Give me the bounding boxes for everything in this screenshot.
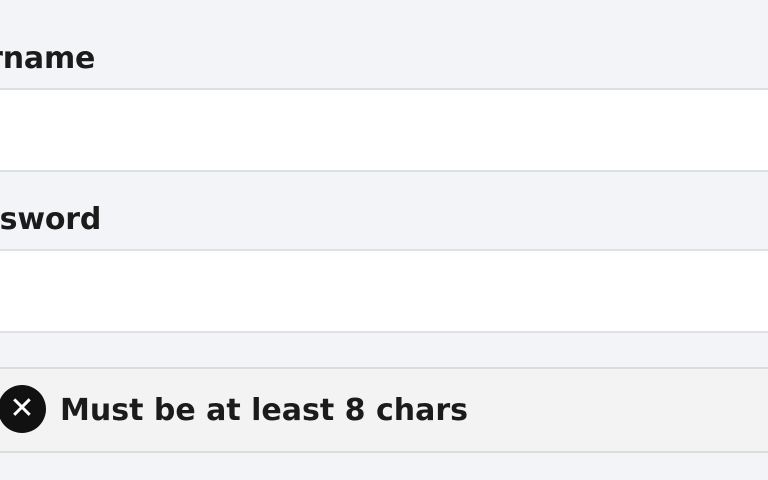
username-input[interactable]	[0, 88, 768, 172]
close-circle-icon: ✕	[0, 385, 46, 433]
login-form: ername ssword ✕ Must be at least 8 chars	[0, 0, 768, 480]
username-label: ername	[0, 41, 96, 76]
validation-text: Must be at least 8 chars	[60, 393, 469, 428]
password-label: ssword	[0, 202, 102, 237]
password-input[interactable]	[0, 249, 768, 333]
